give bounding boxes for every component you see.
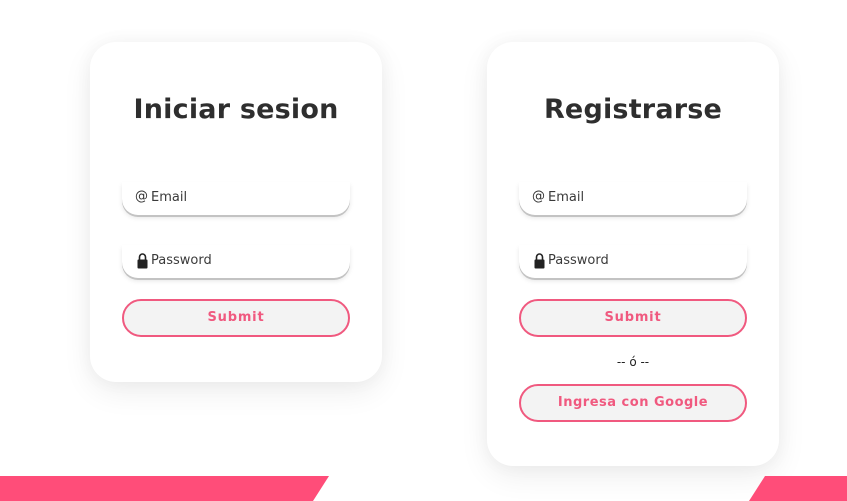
register-email-input[interactable] xyxy=(548,186,738,208)
register-password-field[interactable] xyxy=(519,245,747,278)
register-submit-button[interactable]: Submit xyxy=(519,299,747,337)
register-title: Registrarse xyxy=(543,94,723,125)
footer-band-left xyxy=(0,476,329,501)
lock-icon xyxy=(137,253,148,269)
at-icon: @ xyxy=(135,189,148,204)
register-email-field[interactable]: @ xyxy=(519,182,747,215)
footer-band xyxy=(0,476,847,501)
login-card: Iniciar sesion @ Submit xyxy=(90,42,382,382)
register-card: Registrarse @ Submit -- ó -- Ingresa con… xyxy=(487,42,779,466)
login-submit-button[interactable]: Submit xyxy=(122,299,350,337)
login-password-field[interactable] xyxy=(122,245,350,278)
page: Iniciar sesion @ Submit Registrarse @ xyxy=(0,0,847,501)
footer-band-right xyxy=(749,476,847,501)
google-signin-button[interactable]: Ingresa con Google xyxy=(519,384,747,422)
login-title: Iniciar sesion xyxy=(133,94,339,125)
at-icon: @ xyxy=(532,189,545,204)
lock-icon xyxy=(534,253,545,269)
login-password-input[interactable] xyxy=(151,249,341,271)
register-password-input[interactable] xyxy=(548,249,738,271)
login-email-input[interactable] xyxy=(151,186,341,208)
or-separator: -- ó -- xyxy=(616,355,650,369)
login-email-field[interactable]: @ xyxy=(122,182,350,215)
